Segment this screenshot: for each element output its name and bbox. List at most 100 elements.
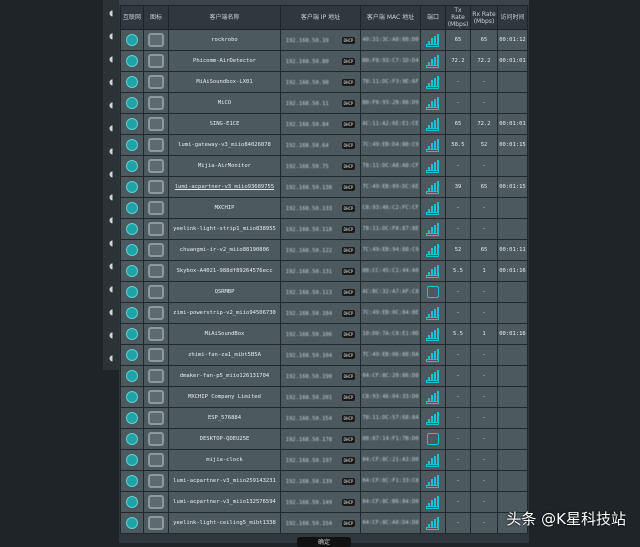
nav-icon[interactable]: ◖ xyxy=(106,31,116,43)
device-icon-cell[interactable] xyxy=(143,344,169,366)
client-name-text[interactable]: MiCO xyxy=(218,100,231,106)
column-header[interactable]: Tx Rate (Mbps) xyxy=(445,5,471,30)
nav-icon[interactable]: ◖ xyxy=(106,238,116,250)
device-icon-cell[interactable] xyxy=(143,92,169,114)
nav-icon[interactable]: ◖ xyxy=(106,353,116,365)
client-name[interactable]: lumi-acpartner-v3_miio132576594 xyxy=(168,491,281,513)
globe-icon[interactable] xyxy=(126,496,138,508)
column-header[interactable]: 客户端 MAC 地址 xyxy=(360,5,421,30)
internet-cell[interactable] xyxy=(120,470,144,492)
client-name-text[interactable]: ESP_576884 xyxy=(208,415,241,421)
device-icon-cell[interactable] xyxy=(143,386,169,408)
client-name-text[interactable]: Skybox-A4021-988df89264576ecc xyxy=(176,268,272,274)
device-icon[interactable] xyxy=(148,348,164,362)
internet-cell[interactable] xyxy=(120,239,144,261)
globe-icon[interactable] xyxy=(126,454,138,466)
globe-icon[interactable] xyxy=(126,412,138,424)
client-name-text[interactable]: yeelink-light-strip1_miio838955 xyxy=(173,226,276,232)
column-header[interactable]: 图标 xyxy=(143,5,169,30)
globe-icon[interactable] xyxy=(126,286,138,298)
device-icon-cell[interactable] xyxy=(143,260,169,282)
internet-cell[interactable] xyxy=(120,50,144,72)
column-header[interactable]: 端口 xyxy=(420,5,446,30)
client-name-text[interactable]: DESKTOP-QDEU25E xyxy=(200,436,250,442)
nav-icon[interactable]: ◖ xyxy=(106,146,116,158)
device-icon[interactable] xyxy=(148,453,164,467)
client-name-text[interactable]: QSRMBP xyxy=(215,289,235,295)
internet-cell[interactable] xyxy=(120,71,144,93)
client-name[interactable]: Phicomm-AirDetector xyxy=(168,50,281,72)
client-name-text[interactable]: zhimi-fan-za1_mibt5B5A xyxy=(188,352,261,358)
device-icon[interactable] xyxy=(148,180,164,194)
globe-icon[interactable] xyxy=(126,265,138,277)
client-name-text[interactable]: Mijia-AirMonitor xyxy=(198,163,251,169)
nav-icon[interactable]: ◖ xyxy=(106,215,116,227)
device-icon-cell[interactable] xyxy=(143,239,169,261)
client-name[interactable]: Mijia-AirMonitor xyxy=(168,155,281,177)
ok-button[interactable]: 确定 xyxy=(297,537,351,547)
device-icon-cell[interactable] xyxy=(143,407,169,429)
internet-cell[interactable] xyxy=(120,512,144,534)
device-icon[interactable] xyxy=(148,390,164,404)
client-name[interactable]: yeelink-light-strip1_miio838955 xyxy=(168,218,281,240)
internet-cell[interactable] xyxy=(120,155,144,177)
client-name-text[interactable]: lumi-gateway-v3_miio84026078 xyxy=(178,142,271,148)
device-icon[interactable] xyxy=(148,33,164,47)
client-name-text[interactable]: MiAiSoundBox xyxy=(205,331,245,337)
globe-icon[interactable] xyxy=(126,307,138,319)
device-icon-cell[interactable] xyxy=(143,176,169,198)
device-icon-cell[interactable] xyxy=(143,365,169,387)
internet-cell[interactable] xyxy=(120,260,144,282)
nav-icon[interactable]: ◖ xyxy=(106,100,116,112)
device-icon-cell[interactable] xyxy=(143,491,169,513)
client-name-text[interactable]: lumi-acpartner-v3_miio259143231 xyxy=(173,478,276,484)
internet-cell[interactable] xyxy=(120,491,144,513)
nav-icon[interactable]: ◖ xyxy=(106,330,116,342)
globe-icon[interactable] xyxy=(126,433,138,445)
internet-cell[interactable] xyxy=(120,92,144,114)
client-name-text[interactable]: MXCHIP xyxy=(215,205,235,211)
nav-icon[interactable]: ◖ xyxy=(106,123,116,135)
device-icon-cell[interactable] xyxy=(143,449,169,471)
client-name-text[interactable]: rockrobo xyxy=(211,37,238,43)
internet-cell[interactable] xyxy=(120,281,144,303)
column-header[interactable]: 客户端名称 xyxy=(168,5,281,30)
client-name-text[interactable]: chuangmi-ir-v2_miio88190806 xyxy=(180,247,269,253)
client-name[interactable]: rockrobo xyxy=(168,29,281,51)
nav-icon[interactable]: ◖ xyxy=(106,284,116,296)
internet-cell[interactable] xyxy=(120,29,144,51)
globe-icon[interactable] xyxy=(126,34,138,46)
client-name-text[interactable]: lumi-acpartner-v3_miio93689755 xyxy=(175,184,274,190)
column-header[interactable]: 客户端 IP 地址 xyxy=(280,5,361,30)
device-icon-cell[interactable] xyxy=(143,50,169,72)
device-icon[interactable] xyxy=(148,75,164,89)
device-icon[interactable] xyxy=(148,495,164,509)
nav-icon[interactable]: ◖ xyxy=(106,169,116,181)
client-name[interactable]: zhimi-fan-za1_mibt5B5A xyxy=(168,344,281,366)
client-name-text[interactable]: zimi-powerstrip-v2_miio94506730 xyxy=(173,310,276,316)
device-icon-cell[interactable] xyxy=(143,134,169,156)
client-name-text[interactable]: yeelink-light-ceiling5_mibt1338 xyxy=(173,520,276,526)
nav-icon[interactable]: ◖ xyxy=(106,54,116,66)
client-name-text[interactable]: mijia-clock xyxy=(206,457,242,463)
globe-icon[interactable] xyxy=(126,160,138,172)
device-icon[interactable] xyxy=(148,285,164,299)
device-icon[interactable] xyxy=(148,243,164,257)
globe-icon[interactable] xyxy=(126,97,138,109)
device-icon-cell[interactable] xyxy=(143,470,169,492)
globe-icon[interactable] xyxy=(126,517,138,529)
device-icon-cell[interactable] xyxy=(143,71,169,93)
device-icon[interactable] xyxy=(148,411,164,425)
device-icon-cell[interactable] xyxy=(143,512,169,534)
internet-cell[interactable] xyxy=(120,197,144,219)
client-name[interactable]: MiAiSoundBox xyxy=(168,323,281,345)
device-icon[interactable] xyxy=(148,474,164,488)
client-name-text[interactable]: dmaker-fan-p5_miio126131704 xyxy=(180,373,269,379)
device-icon-cell[interactable] xyxy=(143,428,169,450)
client-name-text[interactable]: MiAiSoundbox-LX01 xyxy=(196,79,252,85)
internet-cell[interactable] xyxy=(120,428,144,450)
globe-icon[interactable] xyxy=(126,223,138,235)
globe-icon[interactable] xyxy=(126,55,138,67)
device-icon-cell[interactable] xyxy=(143,281,169,303)
device-icon[interactable] xyxy=(148,222,164,236)
